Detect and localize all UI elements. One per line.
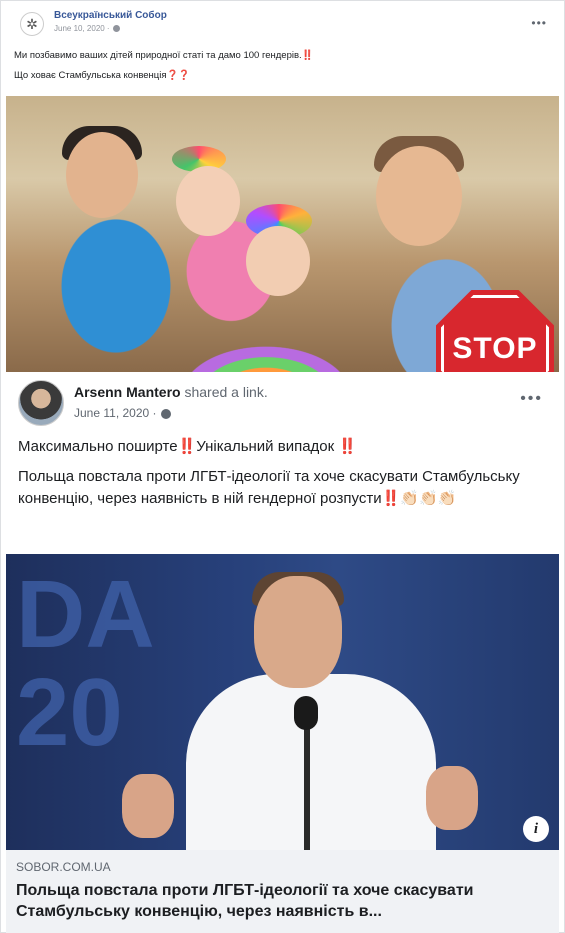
link-preview-box[interactable]: SOBOR.COM.UA Польща повстала проти ЛГБТ-… (6, 850, 559, 933)
info-icon[interactable]: i (523, 816, 549, 842)
globe-icon (160, 408, 171, 419)
person-face (66, 132, 138, 218)
link-title[interactable]: Польща повстала проти ЛГБТ-ідеології та … (16, 880, 551, 922)
microphone-icon (294, 696, 318, 730)
speaker-hand (122, 774, 174, 838)
page-logo-icon: ✲ (26, 16, 38, 32)
post-date[interactable]: June 11, 2020 · (74, 406, 171, 420)
backdrop-text: 20 (16, 659, 123, 766)
post-text-paragraph: Польща повстала проти ЛГБТ-ідеології та … (18, 468, 520, 507)
speaker-head (254, 576, 342, 688)
stop-sign: STOP (436, 290, 554, 372)
page-avatar[interactable]: ✲ (20, 12, 44, 36)
post-date-text: June 11, 2020 · (74, 406, 157, 420)
person-face (376, 146, 462, 246)
inner-post-text-line2: Що ховає Стамбульська конвенція❓❓ (14, 70, 191, 81)
shared-action-text: shared a link. (184, 384, 268, 400)
post-text-line1: Максимально поширте‼️Унікальний випадок … (18, 438, 358, 455)
inner-more-options-icon[interactable]: ••• (531, 16, 547, 30)
link-domain: SOBOR.COM.UA (16, 860, 111, 874)
share-post-header: Arsenn Mantero shared a link. June 11, 2… (0, 374, 565, 430)
baby-face (176, 166, 240, 236)
stop-sign-text: STOP (452, 332, 538, 365)
globe-icon (112, 25, 120, 33)
baby-face (246, 226, 310, 296)
inner-page-name[interactable]: Всеукраїнський Собор (54, 10, 167, 21)
inner-post-text-line1: Ми позбавимо ваших дітей природної статі… (14, 50, 314, 61)
post-author-line: Arsenn Mantero shared a link. (74, 384, 268, 400)
more-options-icon[interactable]: ••• (520, 390, 543, 408)
speaker-hand (426, 766, 478, 830)
inner-post-header: ✲ Всеукраїнський Собор June 10, 2020 · •… (14, 8, 551, 36)
inner-post-photo[interactable]: STOP (6, 96, 559, 372)
backdrop-text: DA (16, 561, 155, 668)
link-preview-image[interactable]: DA 20 i (6, 554, 559, 850)
microphone-stand (304, 714, 310, 850)
author-name[interactable]: Arsenn Mantero (74, 384, 181, 400)
avatar[interactable] (18, 380, 64, 426)
inner-date-text: June 10, 2020 · (54, 24, 110, 33)
inner-post-date[interactable]: June 10, 2020 · (54, 24, 120, 33)
